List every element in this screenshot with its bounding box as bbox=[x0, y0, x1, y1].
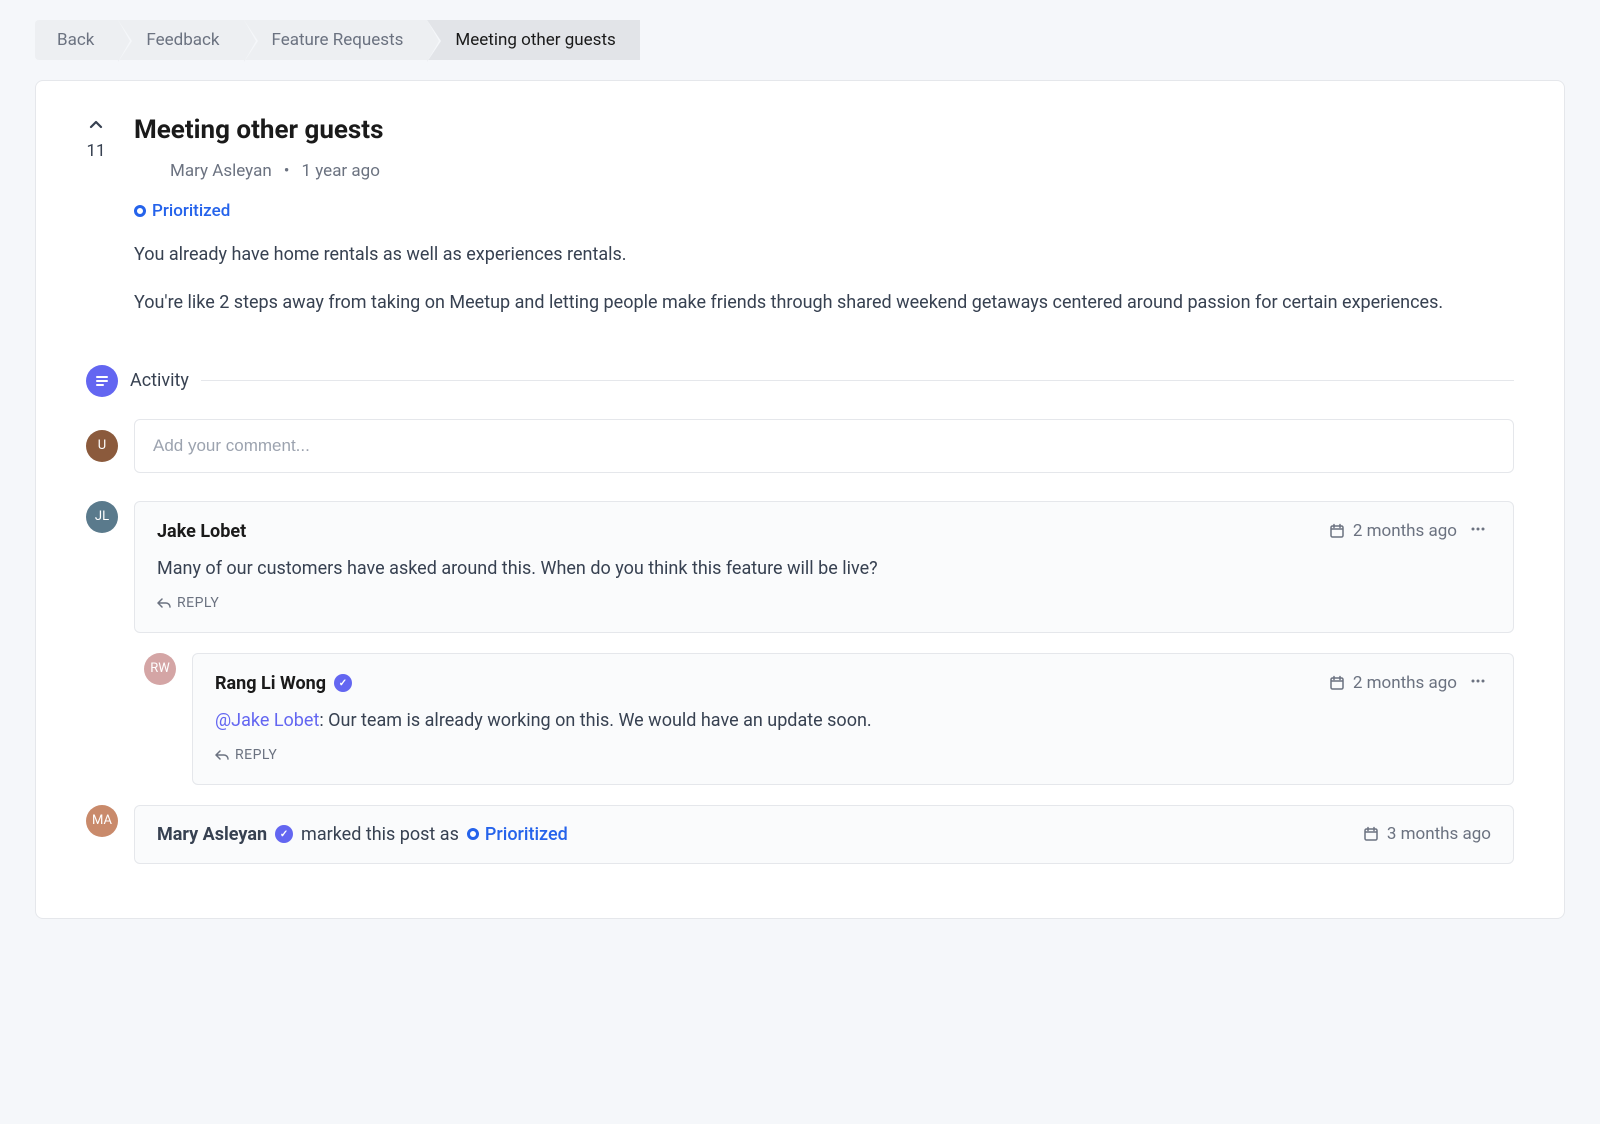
status-dot-icon bbox=[467, 828, 479, 840]
comment-text: Many of our customers have asked around … bbox=[157, 555, 1491, 583]
divider bbox=[201, 380, 1514, 381]
chevron-up-icon bbox=[86, 115, 106, 135]
comment-author: Rang Li Wong bbox=[215, 673, 352, 694]
breadcrumb: Back Feedback Feature Requests Meeting o… bbox=[35, 20, 1565, 60]
vote-widget: 11 bbox=[86, 115, 106, 337]
comment-text: @Jake Lobet: Our team is already working… bbox=[215, 707, 1491, 735]
comment-input-row: U bbox=[86, 419, 1514, 473]
comment-meta: 2 months ago bbox=[1329, 672, 1491, 695]
comment-card: Rang Li Wong 2 months ago @Jake Lobet: O… bbox=[192, 653, 1514, 785]
vote-count: 11 bbox=[86, 141, 105, 161]
post-body: You already have home rentals as well as… bbox=[134, 241, 1514, 317]
comment-time: 2 months ago bbox=[1353, 673, 1457, 693]
post-time: 1 year ago bbox=[301, 161, 379, 181]
post-paragraph: You're like 2 steps away from taking on … bbox=[134, 289, 1514, 317]
reply-button[interactable]: REPLY bbox=[157, 595, 219, 611]
reply-icon bbox=[157, 596, 171, 610]
breadcrumb-current: Meeting other guests bbox=[427, 20, 639, 60]
comment-author: Jake Lobet bbox=[157, 521, 246, 542]
verified-badge-icon bbox=[334, 674, 352, 692]
activity-event: MA Mary Asleyan marked this post as Prio… bbox=[86, 805, 1514, 864]
event-avatar: MA bbox=[86, 805, 118, 837]
status-label: Prioritized bbox=[152, 201, 230, 221]
calendar-icon bbox=[1363, 826, 1379, 842]
post-card: 11 Meeting other guests MA Mary Asleyan … bbox=[35, 80, 1565, 919]
meta-separator: • bbox=[284, 161, 290, 181]
comment-time: 2 months ago bbox=[1353, 521, 1457, 541]
comment-menu-button[interactable] bbox=[1465, 672, 1491, 695]
comment-avatar: JL bbox=[86, 501, 118, 533]
author-avatar: MA bbox=[134, 159, 158, 183]
dots-icon bbox=[1469, 672, 1487, 690]
status-dot-icon bbox=[134, 205, 146, 217]
mention[interactable]: @Jake Lobet bbox=[215, 710, 319, 731]
event-status: Prioritized bbox=[467, 824, 568, 845]
comment-reply: RW Rang Li Wong 2 months ago bbox=[144, 653, 1514, 785]
breadcrumb-feature-requests[interactable]: Feature Requests bbox=[244, 20, 428, 60]
comment-avatar: RW bbox=[144, 653, 176, 685]
comment-meta: 2 months ago bbox=[1329, 520, 1491, 543]
post-paragraph: You already have home rentals as well as… bbox=[134, 241, 1514, 269]
activity-label: Activity bbox=[130, 370, 189, 391]
activity-icon bbox=[86, 365, 118, 397]
breadcrumb-back[interactable]: Back bbox=[35, 20, 118, 60]
comment-menu-button[interactable] bbox=[1465, 520, 1491, 543]
event-card: Mary Asleyan marked this post as Priorit… bbox=[134, 805, 1514, 864]
dots-icon bbox=[1469, 520, 1487, 538]
comment: JL Jake Lobet 2 months ago Many of our c… bbox=[86, 501, 1514, 633]
reply-button[interactable]: REPLY bbox=[215, 747, 277, 763]
activity-header: Activity bbox=[86, 365, 1514, 397]
current-user-avatar: U bbox=[86, 430, 118, 462]
calendar-icon bbox=[1329, 523, 1345, 539]
verified-badge-icon bbox=[275, 825, 293, 843]
status-badge: Prioritized bbox=[134, 201, 230, 221]
breadcrumb-feedback[interactable]: Feedback bbox=[118, 20, 243, 60]
event-meta: 3 months ago bbox=[1363, 824, 1491, 844]
post-title: Meeting other guests bbox=[134, 115, 1514, 145]
upvote-button[interactable] bbox=[86, 115, 106, 139]
comment-input[interactable] bbox=[134, 419, 1514, 473]
comment-card: Jake Lobet 2 months ago Many of our cust… bbox=[134, 501, 1514, 633]
event-time: 3 months ago bbox=[1387, 824, 1491, 844]
author-name: Mary Asleyan bbox=[170, 161, 272, 181]
event-text: Mary Asleyan marked this post as Priorit… bbox=[157, 824, 568, 845]
post-meta: MA Mary Asleyan • 1 year ago bbox=[134, 159, 1514, 183]
calendar-icon bbox=[1329, 675, 1345, 691]
reply-icon bbox=[215, 748, 229, 762]
